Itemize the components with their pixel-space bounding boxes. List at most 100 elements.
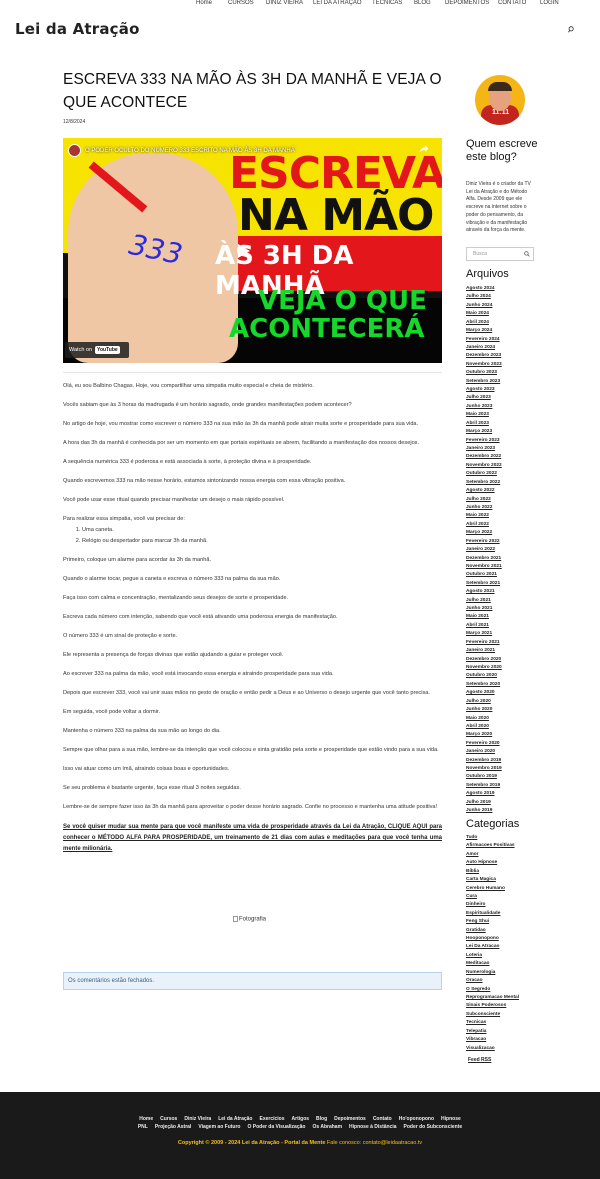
category-link[interactable]: Sinais Poderosos bbox=[466, 1002, 546, 1010]
archive-link[interactable]: Junho 2024 bbox=[466, 302, 546, 310]
footer-link[interactable]: Lei da Atração bbox=[218, 1116, 252, 1122]
archive-link[interactable]: Janeiro 2022 bbox=[466, 546, 546, 554]
archive-link[interactable]: Agosto 2022 bbox=[466, 487, 546, 495]
archive-link[interactable]: Março 2021 bbox=[466, 630, 546, 638]
channel-avatar[interactable] bbox=[68, 144, 81, 157]
archive-link[interactable]: Agosto 2024 bbox=[466, 285, 546, 293]
category-link[interactable]: Meditacao bbox=[466, 960, 546, 968]
footer-link[interactable]: Contato bbox=[373, 1116, 392, 1122]
archive-link[interactable]: Novembro 2020 bbox=[466, 664, 546, 672]
archive-link[interactable]: Fevereiro 2024 bbox=[466, 336, 546, 344]
archive-link[interactable]: Agosto 2021 bbox=[466, 588, 546, 596]
archive-link[interactable]: Abril 2022 bbox=[466, 521, 546, 529]
archive-link[interactable]: Agosto 2020 bbox=[466, 689, 546, 697]
nav-blog[interactable]: BLOG bbox=[414, 0, 431, 6]
footer-link[interactable]: Viagem ao Futuro bbox=[198, 1124, 240, 1130]
archive-link[interactable]: Janeiro 2021 bbox=[466, 647, 546, 655]
footer-link[interactable]: Hipnose bbox=[441, 1116, 461, 1122]
archive-link[interactable]: Maio 2024 bbox=[466, 310, 546, 318]
category-link[interactable]: Tudo bbox=[466, 834, 546, 842]
footer-link[interactable]: Home bbox=[139, 1116, 153, 1122]
archive-link[interactable]: Setembro 2023 bbox=[466, 378, 546, 386]
footer-link[interactable]: Os Abraham bbox=[312, 1124, 342, 1130]
archive-link[interactable]: Janeiro 2020 bbox=[466, 748, 546, 756]
category-link[interactable]: Feng Shui bbox=[466, 918, 546, 926]
footer-link[interactable]: Exercícios bbox=[260, 1116, 285, 1122]
archive-link[interactable]: Fevereiro 2023 bbox=[466, 437, 546, 445]
nav-depoimentos[interactable]: DEPOIMENTOS bbox=[445, 0, 489, 6]
footer-link[interactable]: Diniz Vieira bbox=[184, 1116, 211, 1122]
video-embed[interactable]: 333 ESCREVA NA MÃO ÀS 3H DA MANHÃ VEJA O… bbox=[63, 138, 442, 363]
category-link[interactable]: Cerebro Humano bbox=[466, 885, 546, 893]
footer-link[interactable]: Ho'oponopono bbox=[399, 1116, 434, 1122]
archive-link[interactable]: Abril 2021 bbox=[466, 622, 546, 630]
search-icon[interactable] bbox=[524, 251, 530, 257]
archive-link[interactable]: Outubro 2019 bbox=[466, 773, 546, 781]
archive-link[interactable]: Outubro 2020 bbox=[466, 672, 546, 680]
nav-diniz-vieira[interactable]: DINIZ VIEIRA bbox=[266, 0, 303, 6]
footer-link[interactable]: O Poder da Visualização bbox=[247, 1124, 305, 1130]
contact-email-link[interactable]: contato@leidaatracao.tv bbox=[363, 1140, 422, 1146]
archive-link[interactable]: Setembro 2021 bbox=[466, 580, 546, 588]
archive-link[interactable]: Maio 2020 bbox=[466, 715, 546, 723]
archive-link[interactable]: Maio 2021 bbox=[466, 613, 546, 621]
category-link[interactable]: Subconsciente bbox=[466, 1011, 546, 1019]
archive-link[interactable]: Julho 2023 bbox=[466, 394, 546, 402]
archive-link[interactable]: Julho 2020 bbox=[466, 698, 546, 706]
archive-link[interactable]: Junho 2022 bbox=[466, 504, 546, 512]
archive-link[interactable]: Maio 2022 bbox=[466, 512, 546, 520]
archive-link[interactable]: Julho 2024 bbox=[466, 293, 546, 301]
archive-link[interactable]: Dezembro 2023 bbox=[466, 352, 546, 360]
archive-link[interactable]: Setembro 2022 bbox=[466, 479, 546, 487]
archive-link[interactable]: Setembro 2019 bbox=[466, 782, 546, 790]
category-link[interactable]: Oracao bbox=[466, 977, 546, 985]
category-link[interactable]: Reprogramacao Mental bbox=[466, 994, 546, 1002]
search-icon[interactable] bbox=[568, 26, 575, 33]
archive-link[interactable]: Março 2023 bbox=[466, 428, 546, 436]
archive-link[interactable]: Janeiro 2023 bbox=[466, 445, 546, 453]
archive-link[interactable]: Fevereiro 2022 bbox=[466, 538, 546, 546]
site-logo[interactable]: Lei da Atração bbox=[15, 20, 140, 38]
archive-link[interactable]: Outubro 2022 bbox=[466, 470, 546, 478]
archive-link[interactable]: Novembro 2021 bbox=[466, 563, 546, 571]
category-link[interactable]: Visualizacao bbox=[466, 1045, 546, 1053]
video-title[interactable]: O PODER OCULTO DO NÚMERO 333 ESCRITO NA … bbox=[85, 148, 295, 154]
category-link[interactable]: Loteria bbox=[466, 952, 546, 960]
nav-contato[interactable]: CONTATO bbox=[498, 0, 526, 6]
category-link[interactable]: Bíblia bbox=[466, 868, 546, 876]
nav-login[interactable]: LOGIN bbox=[540, 0, 559, 6]
archive-link[interactable]: Julho 2021 bbox=[466, 597, 546, 605]
archive-link[interactable]: Julho 2019 bbox=[466, 799, 546, 807]
category-link[interactable]: Afirmacoes Positivas bbox=[466, 842, 546, 850]
category-link[interactable]: Numerologia bbox=[466, 969, 546, 977]
footer-link[interactable]: Cursos bbox=[160, 1116, 177, 1122]
sidebar-search-input[interactable]: Busca bbox=[466, 247, 534, 261]
category-link[interactable]: Vibracao bbox=[466, 1036, 546, 1044]
archive-link[interactable]: Setembro 2020 bbox=[466, 681, 546, 689]
category-link[interactable]: Espiritualidade bbox=[466, 910, 546, 918]
archive-link[interactable]: Novembro 2022 bbox=[466, 462, 546, 470]
category-link[interactable]: Amor bbox=[466, 851, 546, 859]
archive-link[interactable]: Dezembro 2019 bbox=[466, 757, 546, 765]
watch-on-youtube-button[interactable]: Watch on YouTube bbox=[65, 342, 129, 358]
archive-link[interactable]: Outubro 2023 bbox=[466, 369, 546, 377]
archive-link[interactable]: Fevereiro 2021 bbox=[466, 639, 546, 647]
archive-link[interactable]: Dezembro 2021 bbox=[466, 555, 546, 563]
archive-link[interactable]: Novembro 2023 bbox=[466, 361, 546, 369]
category-link[interactable]: O Segredo bbox=[466, 986, 546, 994]
archive-link[interactable]: Janeiro 2024 bbox=[466, 344, 546, 352]
archive-link[interactable]: Junho 2023 bbox=[466, 403, 546, 411]
archive-link[interactable]: Dezembro 2020 bbox=[466, 656, 546, 664]
archive-link[interactable]: Julho 2022 bbox=[466, 496, 546, 504]
share-icon[interactable] bbox=[419, 144, 429, 154]
archive-link[interactable]: Maio 2023 bbox=[466, 411, 546, 419]
archive-link[interactable]: Março 2020 bbox=[466, 731, 546, 739]
footer-link[interactable]: PNL bbox=[138, 1124, 148, 1130]
nav-lei-da-atracao[interactable]: LEI DA ATRAÇÃO bbox=[313, 0, 362, 6]
footer-link[interactable]: Poder do Subconsciente bbox=[404, 1124, 463, 1130]
category-link[interactable]: Gratidao bbox=[466, 927, 546, 935]
archive-link[interactable]: Outubro 2021 bbox=[466, 571, 546, 579]
archive-link[interactable]: Agosto 2019 bbox=[466, 790, 546, 798]
archive-link[interactable]: Março 2022 bbox=[466, 529, 546, 537]
category-link[interactable]: Auto Hipnose bbox=[466, 859, 546, 867]
